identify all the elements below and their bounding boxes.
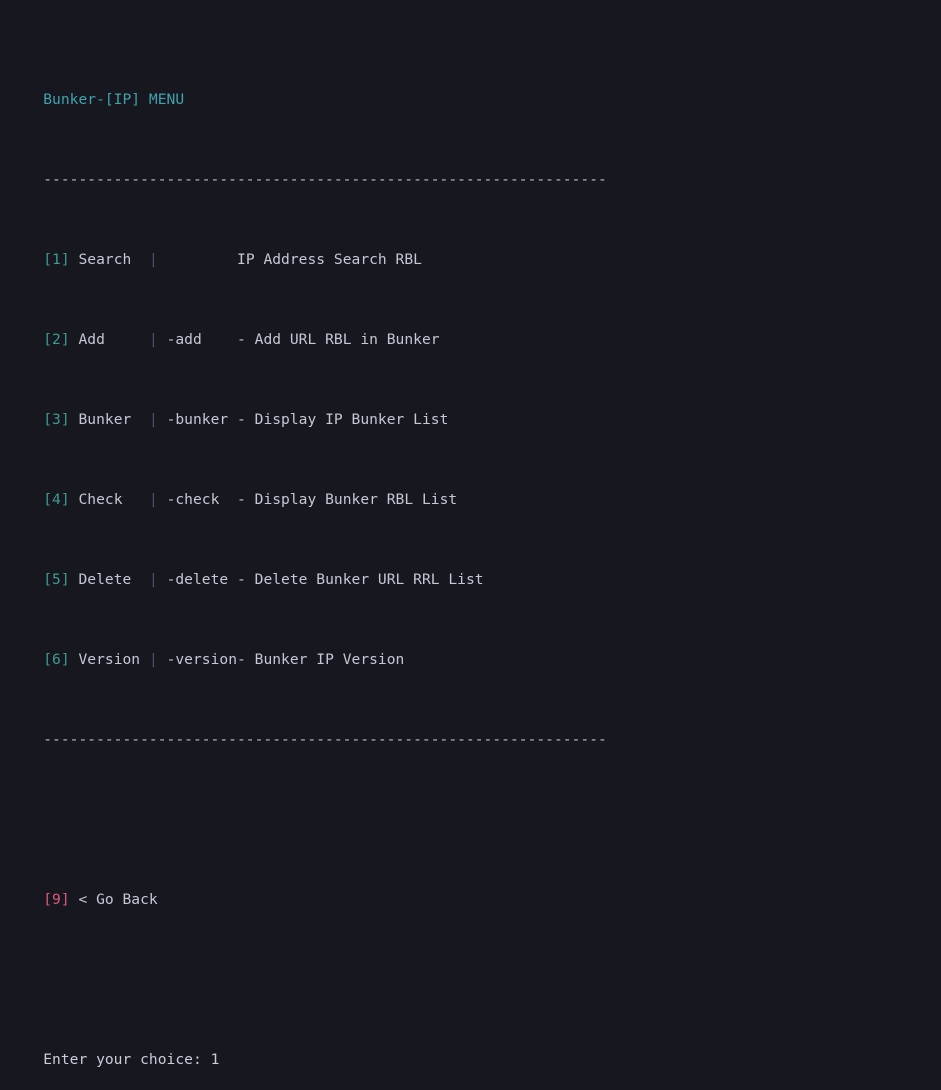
menu-item-desc: Display IP Bunker List	[254, 411, 449, 428]
menu-pipe: |	[148, 651, 158, 668]
menu-item-index: [4]	[43, 491, 70, 508]
menu-item-label: Delete	[78, 571, 141, 588]
menu-item-6[interactable]: [6] Version | -version- Bunker IP Versio…	[8, 630, 941, 668]
menu-item-dash: -	[237, 491, 255, 508]
menu-item-flag: -bunker	[166, 411, 238, 428]
menu-item-1[interactable]: [1] Search | IP Address Search RBL	[8, 230, 941, 268]
menu-item-index: [5]	[43, 571, 70, 588]
menu-pipe: |	[148, 331, 158, 348]
choice-prompt-label: Enter your choice:	[43, 1051, 211, 1068]
menu-item-desc: Add URL RBL in Bunker	[254, 331, 440, 348]
menu-item-dash: -	[237, 571, 255, 588]
menu-item-flag	[167, 251, 229, 268]
menu-item-label: Check	[78, 491, 141, 508]
menu-item-dash: -	[237, 651, 255, 668]
menu-pipe: |	[148, 491, 158, 508]
menu-item-dash	[228, 251, 237, 268]
choice-value: 1	[210, 1051, 220, 1068]
menu-item-flag: -check	[166, 491, 238, 508]
menu-title-line: Bunker-[IP] MENU	[8, 70, 941, 108]
terminal-window[interactable]: Bunker-[IP] MENU -----------------------…	[0, 0, 941, 1068]
menu-item-dash: -	[237, 331, 255, 348]
menu-item-label: Add	[78, 331, 141, 348]
menu-pipe: |	[148, 251, 158, 268]
menu-item-4[interactable]: [4] Check | -check - Display Bunker RBL …	[8, 470, 941, 508]
menu-item-label: Version	[78, 651, 141, 668]
menu-item-flag: -delete	[166, 571, 238, 588]
menu-item-label: Bunker	[78, 411, 141, 428]
menu-item-desc: Delete Bunker URL RRL List	[254, 571, 484, 588]
menu-title: Bunker-[IP] MENU	[43, 91, 185, 108]
separator-dashes: ----------------------------------------…	[43, 731, 607, 748]
menu-item-desc: Bunker IP Version	[254, 651, 405, 668]
choice-prompt-line: Enter your choice: 1	[8, 1030, 941, 1068]
menu-item-2[interactable]: [2] Add | -add - Add URL RBL in Bunker	[8, 310, 941, 348]
menu-item-5[interactable]: [5] Delete | -delete - Delete Bunker URL…	[8, 550, 941, 588]
menu-item-index: [1]	[43, 251, 70, 268]
menu-item-3[interactable]: [3] Bunker | -bunker - Display IP Bunker…	[8, 390, 941, 428]
go-back-label: < Go Back	[78, 891, 158, 908]
menu-item-dash: -	[237, 411, 255, 428]
menu-pipe: |	[148, 411, 158, 428]
menu-item-index: [2]	[43, 331, 70, 348]
menu-item-label: Search	[78, 251, 141, 268]
menu-item-desc: IP Address Search RBL	[237, 251, 422, 268]
separator-bottom: ----------------------------------------…	[8, 710, 941, 748]
menu-item-flag: -version	[166, 651, 238, 668]
menu-item-index: [6]	[43, 651, 70, 668]
menu-item-flag: -add	[166, 331, 238, 348]
menu-item-index: [3]	[43, 411, 70, 428]
separator-dashes: ----------------------------------------…	[43, 171, 607, 188]
menu-item-go-back[interactable]: [9] < Go Back	[8, 870, 941, 908]
menu-item-desc: Display Bunker RBL List	[254, 491, 458, 508]
go-back-index: [9]	[43, 891, 70, 908]
menu-pipe: |	[148, 571, 158, 588]
separator-top: ----------------------------------------…	[8, 150, 941, 188]
